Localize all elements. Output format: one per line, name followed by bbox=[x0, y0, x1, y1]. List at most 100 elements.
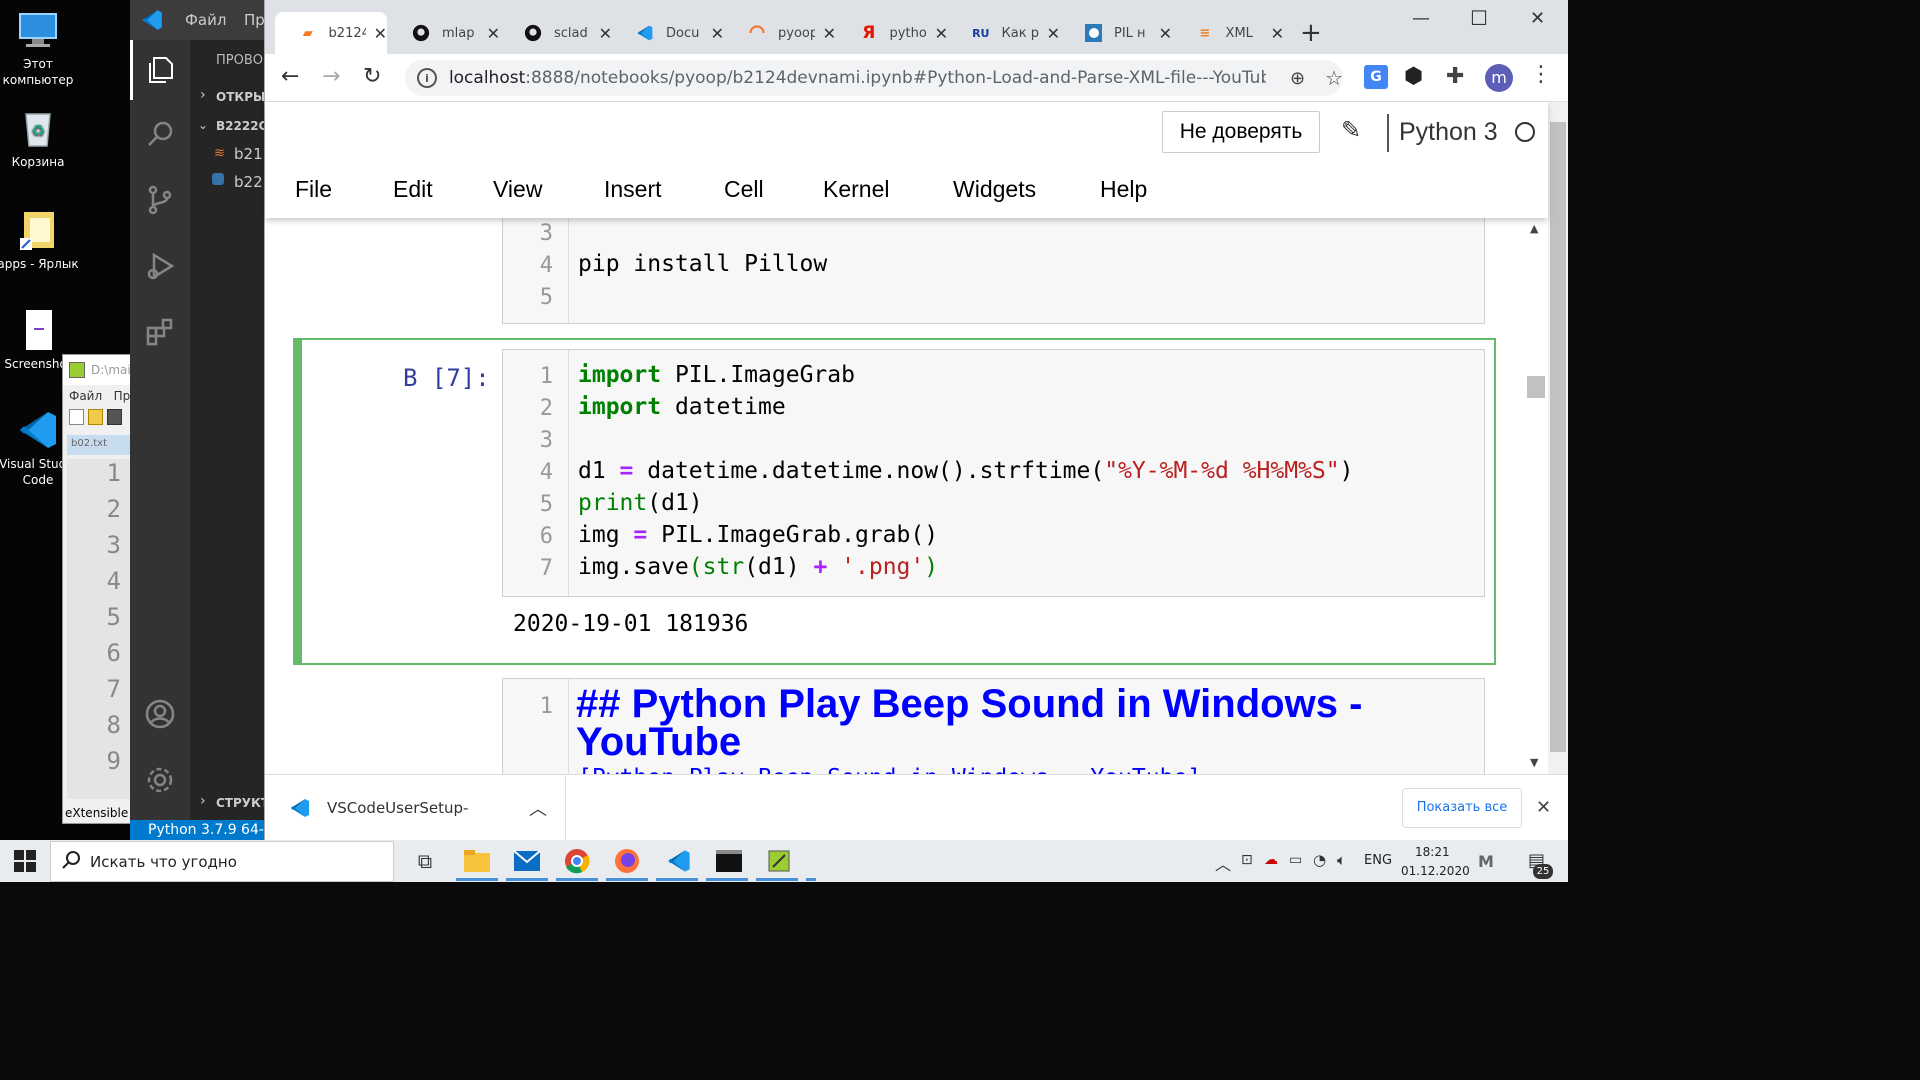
menu-file[interactable]: File bbox=[295, 176, 332, 203]
mail-icon[interactable] bbox=[512, 846, 542, 876]
tray-app-icon[interactable]: ⊡ bbox=[1241, 852, 1253, 868]
extensions-icon[interactable] bbox=[144, 316, 176, 352]
keyboard-language[interactable]: ENG bbox=[1364, 853, 1392, 868]
vscode-menu-edit[interactable]: Пр bbox=[244, 11, 265, 29]
explorer-icon[interactable] bbox=[144, 54, 176, 90]
battery-icon[interactable]: ▭ bbox=[1289, 852, 1302, 868]
python-interpreter-status[interactable]: Python 3.7.9 64-b bbox=[148, 822, 270, 838]
scrollbar-thumb[interactable] bbox=[1527, 376, 1545, 398]
wifi-icon[interactable]: ◔ bbox=[1313, 851, 1326, 869]
menu-widgets[interactable]: Widgets bbox=[953, 176, 1036, 203]
folder-chevron-icon[interactable]: ⌄ bbox=[198, 118, 208, 132]
tray-chevron-up-icon[interactable]: ︿ bbox=[1215, 851, 1231, 875]
open-editors-chevron-icon[interactable]: › bbox=[200, 87, 206, 103]
profile-avatar[interactable]: m bbox=[1485, 64, 1513, 92]
menu-view[interactable]: View bbox=[493, 176, 542, 203]
task-view-icon[interactable]: ⧉ bbox=[410, 846, 440, 876]
tray-sync-error-icon[interactable]: ☁ bbox=[1264, 852, 1278, 868]
reload-icon[interactable]: ↻ bbox=[363, 64, 381, 89]
code-cell-editor[interactable]: 1 2 3 4 5 6 7 import PIL.ImageGrab impor… bbox=[502, 349, 1485, 597]
file-item[interactable]: b21 bbox=[234, 145, 263, 163]
close-tab-icon[interactable]: ✕ bbox=[487, 24, 500, 43]
file-item[interactable]: b22 bbox=[234, 173, 263, 191]
notepad-tab[interactable]: b02.txt bbox=[67, 435, 131, 455]
terminal-icon[interactable] bbox=[714, 846, 744, 876]
notepad-menu-file[interactable]: Файл bbox=[69, 389, 102, 403]
code-cell-previous[interactable]: 3 4 5 pip install Pillow bbox=[502, 218, 1485, 324]
tab-kak[interactable]: RU Как р ✕ bbox=[948, 12, 1060, 54]
window-minimize-button[interactable]: — bbox=[1412, 8, 1430, 29]
outline-section[interactable]: СТРУКТ bbox=[216, 796, 269, 810]
open-editors-section[interactable]: ОТКРЫ bbox=[216, 90, 265, 104]
firefox-icon[interactable] bbox=[612, 846, 642, 876]
window-close-button[interactable]: ✕ bbox=[1530, 8, 1545, 29]
vscode-menu-file[interactable]: Файл bbox=[185, 11, 226, 29]
clock-date[interactable]: 01.12.2020 bbox=[1401, 864, 1470, 878]
window-maximize-button[interactable]: ☐ bbox=[1470, 6, 1488, 30]
chrome-taskbar-icon[interactable] bbox=[562, 846, 592, 876]
open-folder-icon[interactable] bbox=[88, 409, 103, 425]
tab-mlap[interactable]: mlap ✕ bbox=[388, 12, 500, 54]
tab-b2124[interactable]: ▰ b2124 ✕ bbox=[275, 12, 387, 54]
outline-chevron-icon[interactable]: › bbox=[200, 793, 206, 809]
folder-section[interactable]: B2222C bbox=[216, 119, 267, 133]
menu-insert[interactable]: Insert bbox=[604, 176, 662, 203]
notepadpp-icon[interactable] bbox=[764, 846, 794, 876]
page-scrollbar[interactable] bbox=[1548, 102, 1568, 774]
info-icon[interactable]: i bbox=[417, 68, 437, 88]
download-file-name[interactable]: VSCodeUserSetup- bbox=[327, 799, 468, 817]
tab-pyoop[interactable]: pyoop ✕ bbox=[724, 12, 836, 54]
notepad-window[interactable]: D:\mail Файл Пра b02.txt 1 2 3 4 5 6 7 8… bbox=[62, 354, 138, 824]
close-tab-icon[interactable]: ✕ bbox=[935, 24, 948, 43]
back-arrow-icon[interactable]: ← bbox=[281, 64, 299, 89]
scroll-down-arrow-icon[interactable]: ▼ bbox=[1530, 756, 1538, 769]
tab-sclad[interactable]: sclad ✕ bbox=[500, 12, 612, 54]
close-tab-icon[interactable]: ✕ bbox=[1271, 24, 1284, 43]
meet-logo-icon[interactable]: M bbox=[1478, 852, 1494, 871]
windows-start-icon[interactable] bbox=[14, 850, 36, 876]
tab-xml[interactable]: ≡ XML ✕ bbox=[1172, 12, 1284, 54]
notebook-scrollbar[interactable]: ▲ ▼ bbox=[1524, 218, 1548, 774]
close-tab-icon[interactable]: ✕ bbox=[1159, 24, 1172, 43]
menu-kernel[interactable]: Kernel bbox=[823, 176, 889, 203]
scroll-up-arrow-icon[interactable]: ▲ bbox=[1530, 222, 1538, 235]
desktop-icon-this-pc[interactable]: Этот компьютер bbox=[0, 8, 83, 88]
edit-pencil-icon[interactable]: ✎ bbox=[1341, 116, 1361, 144]
new-tab-plus-icon[interactable]: + bbox=[1300, 18, 1322, 48]
chrome-menu-icon[interactable]: ⋮ bbox=[1530, 62, 1552, 87]
vscode-taskbar-icon[interactable] bbox=[664, 846, 694, 876]
accounts-icon[interactable] bbox=[144, 698, 176, 734]
close-tab-icon[interactable]: ✕ bbox=[599, 24, 612, 43]
bookmark-star-icon[interactable]: ☆ bbox=[1325, 66, 1343, 90]
close-tab-icon[interactable]: ✕ bbox=[711, 24, 724, 43]
tab-pil[interactable]: PIL н ✕ bbox=[1060, 12, 1172, 54]
zoom-icon[interactable]: ⊕ bbox=[1290, 68, 1305, 89]
desktop-icon-recycle-bin[interactable]: ♻ Корзина bbox=[0, 106, 83, 170]
new-file-icon[interactable] bbox=[69, 409, 84, 425]
close-download-bar-icon[interactable]: ✕ bbox=[1536, 797, 1551, 818]
desktop-icon-apps-shortcut[interactable]: apps - Ярлык bbox=[0, 208, 83, 272]
cube-extension-icon[interactable]: ⬢ bbox=[1404, 64, 1423, 89]
save-icon[interactable] bbox=[107, 409, 122, 425]
taskbar-search-box[interactable]: Искать что угодно bbox=[50, 841, 394, 882]
close-tab-icon[interactable]: ✕ bbox=[823, 24, 836, 43]
close-tab-icon[interactable]: ✕ bbox=[374, 24, 387, 43]
manage-gear-icon[interactable] bbox=[144, 764, 176, 800]
download-chevron-up-icon[interactable]: ︿ bbox=[529, 795, 547, 821]
menu-edit[interactable]: Edit bbox=[393, 176, 433, 203]
tab-docu[interactable]: Docu ✕ bbox=[612, 12, 724, 54]
volume-icon[interactable]: 🔈︎ bbox=[1337, 851, 1346, 869]
address-bar[interactable]: i localhost:8888/notebooks/pyoop/b2124de… bbox=[405, 60, 1343, 96]
markdown-cell[interactable]: 1 ## Python Play Beep Sound in Windows -… bbox=[502, 678, 1485, 774]
close-tab-icon[interactable]: ✕ bbox=[1047, 24, 1060, 43]
show-all-downloads-button[interactable]: Показать все bbox=[1402, 788, 1522, 828]
translate-extension-icon[interactable]: G bbox=[1364, 65, 1388, 89]
search-icon[interactable] bbox=[144, 118, 176, 154]
file-explorer-icon[interactable] bbox=[462, 846, 492, 876]
menu-cell[interactable]: Cell bbox=[724, 176, 764, 203]
menu-help[interactable]: Help bbox=[1100, 176, 1147, 203]
trust-button[interactable]: Не доверять bbox=[1162, 111, 1320, 153]
run-debug-icon[interactable] bbox=[144, 250, 176, 286]
source-control-icon[interactable] bbox=[144, 184, 176, 220]
extensions-puzzle-icon[interactable]: ✚ bbox=[1446, 64, 1464, 89]
